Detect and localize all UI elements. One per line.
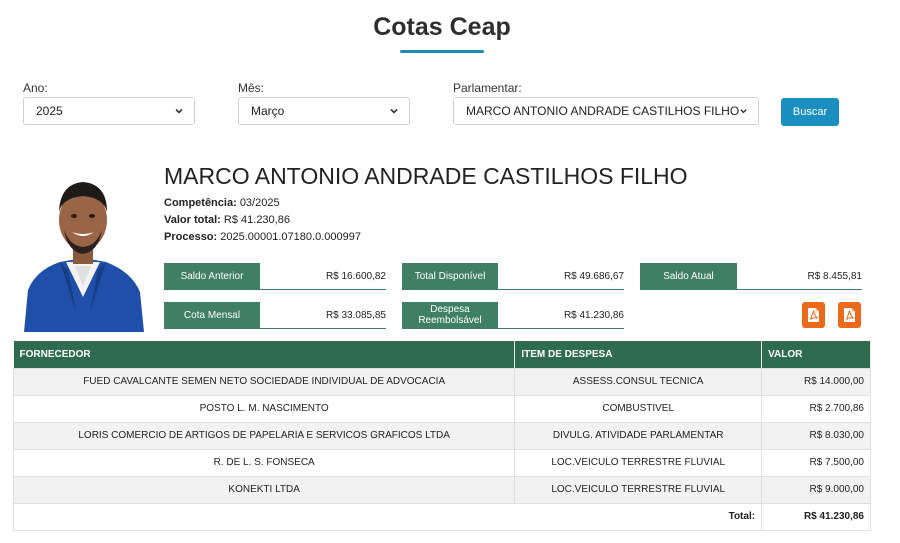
table-row: POSTO L. M. NASCIMENTO COMBUSTIVEL R$ 2.… <box>12 394 871 423</box>
stat-saldo-anterior-value: R$ 16.600,82 <box>325 270 386 282</box>
pdf-export-button[interactable] <box>802 302 825 328</box>
ano-select-value: 2025 <box>36 104 63 118</box>
parlamentar-select[interactable]: MARCO ANTONIO ANDRADE CASTILHOS FILHO <box>453 97 759 125</box>
table-row: LORIS COMERCIO DE ARTIGOS DE PAPELARIA E… <box>12 421 871 450</box>
stat-saldo-atual-value: R$ 8.455,81 <box>807 270 863 282</box>
cell-valor: R$ 14.000,00 <box>761 367 871 396</box>
column-header-fornecedor: FORNECEDOR <box>13 341 516 368</box>
mes-select[interactable]: Março <box>238 97 410 125</box>
stat-cota-mensal: Cota Mensal R$ 33.085,85 <box>164 302 386 329</box>
total-row: Total: R$ 41.230,86 <box>12 502 871 531</box>
chevron-down-icon <box>175 108 183 114</box>
stat-despesa-reembolsavel-value: R$ 41.230,86 <box>563 309 624 321</box>
cell-fornecedor: LORIS COMERCIO DE ARTIGOS DE PAPELARIA E… <box>12 421 516 450</box>
stat-saldo-atual: Saldo Atual R$ 8.455,81 <box>640 263 863 290</box>
stat-divider <box>164 289 386 290</box>
valor-total-value: R$ 41.230,86 <box>223 214 290 226</box>
parliamentarian-photo <box>20 162 147 332</box>
table-row: FUED CAVALCANTE SEMEN NETO SOCIEDADE IND… <box>12 367 871 396</box>
stat-saldo-anterior-label: Saldo Anterior <box>164 263 260 289</box>
stat-divider <box>402 328 624 329</box>
processo-label: Processo: <box>164 231 218 243</box>
stat-total-disponivel: Total Disponível R$ 49.686,67 <box>402 263 624 290</box>
column-header-valor: VALOR <box>761 341 871 368</box>
chevron-down-icon <box>740 109 747 114</box>
pdf-icon <box>808 308 819 322</box>
processo-line: Processo: 2025.00001.07180.0.000997 <box>164 231 361 243</box>
pdf-icon <box>844 308 855 322</box>
stat-despesa-reembolsavel: Despesa Reembolsável R$ 41.230,86 <box>402 302 624 329</box>
cell-item: LOC.VEICULO TERRESTRE FLUVIAL <box>514 448 763 477</box>
parlamentar-label: Parlamentar: <box>453 81 522 95</box>
stat-divider <box>164 328 386 329</box>
stat-saldo-anterior: Saldo Anterior R$ 16.600,82 <box>164 263 386 290</box>
search-button[interactable]: Buscar <box>781 98 839 126</box>
table-row: R. DE L. S. FONSECA LOC.VEICULO TERRESTR… <box>12 448 871 477</box>
total-value: R$ 41.230,86 <box>761 502 871 531</box>
mes-label: Mês: <box>238 81 265 95</box>
cell-item: COMBUSTIVEL <box>514 394 763 423</box>
column-header-item: ITEM DE DESPESA <box>514 341 763 368</box>
ano-label: Ano: <box>23 81 48 95</box>
stat-total-disponivel-value: R$ 49.686,67 <box>563 270 624 282</box>
stat-cota-mensal-label: Cota Mensal <box>164 302 260 328</box>
cell-fornecedor: POSTO L. M. NASCIMENTO <box>12 394 516 423</box>
valor-total-line: Valor total: R$ 41.230,86 <box>164 214 290 226</box>
parlamentar-select-value: MARCO ANTONIO ANDRADE CASTILHOS FILHO <box>466 104 740 118</box>
cell-valor: R$ 2.700,86 <box>761 394 871 423</box>
valor-total-label: Valor total: <box>164 214 221 226</box>
stat-despesa-label-line1: Despesa <box>430 304 470 315</box>
cell-item: LOC.VEICULO TERRESTRE FLUVIAL <box>514 475 763 504</box>
ano-select[interactable]: 2025 <box>23 97 195 125</box>
cell-item: DIVULG. ATIVIDADE PARLAMENTAR <box>514 421 763 450</box>
cell-valor: R$ 8.030,00 <box>761 421 871 450</box>
stat-divider <box>402 289 624 290</box>
expenses-table: FORNECEDOR ITEM DE DESPESA VALOR FUED CA… <box>12 341 871 531</box>
cell-fornecedor: KONEKTI LTDA <box>12 475 516 504</box>
cell-fornecedor: R. DE L. S. FONSECA <box>12 448 516 477</box>
stat-saldo-atual-label: Saldo Atual <box>640 263 737 289</box>
processo-value: 2025.00001.07180.0.000997 <box>220 231 361 243</box>
stat-cota-mensal-value: R$ 33.085,85 <box>325 309 386 321</box>
competencia-label: Competência: <box>164 197 237 209</box>
competencia-value: 03/2025 <box>239 197 280 209</box>
table-row: KONEKTI LTDA LOC.VEICULO TERRESTRE FLUVI… <box>12 475 871 504</box>
stat-total-disponivel-label: Total Disponível <box>402 263 498 289</box>
chevron-down-icon <box>390 108 398 114</box>
page-title: Cotas Ceap <box>373 13 511 41</box>
stat-despesa-reembolsavel-label: Despesa Reembolsável <box>402 302 498 328</box>
cell-item: ASSESS.CONSUL TECNICA <box>514 367 763 396</box>
table-header-row: FORNECEDOR ITEM DE DESPESA VALOR <box>13 341 871 368</box>
competencia-line: Competência: 03/2025 <box>164 197 280 209</box>
stat-despesa-label-line2: Reembolsável <box>418 315 482 326</box>
parliamentarian-name: MARCO ANTONIO ANDRADE CASTILHOS FILHO <box>164 163 688 189</box>
pdf-export-button[interactable] <box>838 302 861 328</box>
total-label: Total: <box>12 502 763 531</box>
cell-fornecedor: FUED CAVALCANTE SEMEN NETO SOCIEDADE IND… <box>12 367 516 396</box>
title-underline <box>400 50 484 53</box>
cell-valor: R$ 9.000,00 <box>761 475 871 504</box>
mes-select-value: Março <box>251 104 285 118</box>
stat-divider <box>640 289 862 290</box>
cell-valor: R$ 7.500,00 <box>761 448 871 477</box>
